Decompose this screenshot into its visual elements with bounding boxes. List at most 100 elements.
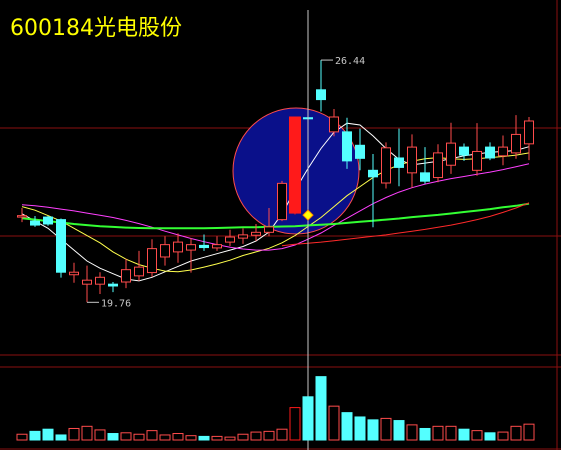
volume-bar [510,425,522,441]
candle-body [420,172,430,182]
candle [69,262,79,283]
volume-bar [406,424,418,441]
candle-body [43,216,53,225]
volume-bar [81,425,93,441]
candle [289,116,301,215]
volume-bar [16,433,28,441]
candle-body [95,276,105,285]
candle-body [30,220,40,226]
volume-bar [367,419,379,441]
volume-bar [120,432,132,441]
candle-body [108,283,118,287]
stock-title: 600184光电股份 [10,16,182,41]
high-price-annotation: 26.44 [321,56,365,67]
candle [433,144,443,183]
volume-bar [224,436,236,441]
candle-body [225,236,235,243]
candle [329,109,339,137]
candle-body [485,146,495,159]
volume-bar [341,412,353,441]
volume-bar [354,416,366,441]
candle [82,265,92,303]
volume-bar [471,430,483,441]
low-price-annotation: 19.76 [87,298,131,309]
candle-body [498,146,508,157]
candle [407,134,417,188]
candle-body [472,150,482,171]
candle-body [342,131,352,162]
candle [173,233,183,263]
candle-body [173,241,183,253]
candle-body [316,89,326,101]
volume-bar [523,423,535,441]
volume-bar [393,420,405,441]
volume-bar [458,428,470,441]
volume-bar [159,434,171,441]
candle-body [17,215,27,218]
volume-bar [133,433,145,441]
volume-bar [211,435,223,441]
volume-bar [302,396,314,441]
candle-body [212,244,222,249]
candle-body [238,234,248,239]
volume-bar [42,428,54,441]
candle [238,228,248,244]
candle-body [394,157,404,168]
candle [186,238,196,273]
candle [368,153,378,228]
candle [225,229,235,247]
candle [472,123,482,176]
volume-bar [380,417,392,441]
candle-body [368,169,378,178]
candle [420,147,430,184]
candle-body [289,116,301,214]
annotation-label: 19.76 [101,298,131,309]
candle [316,60,326,112]
candle [277,180,287,222]
candle [43,216,53,226]
candle [459,143,469,161]
annotation-label: 26.44 [335,56,365,67]
candle-body [277,182,287,221]
volume-bar [289,407,301,441]
candle [381,142,391,189]
volume-bar [185,435,197,441]
candle [485,142,495,161]
candle-body [121,269,131,283]
candle [160,236,170,266]
candle-body [251,231,261,236]
candle-body [459,146,469,156]
candle-body [264,226,274,233]
candle [30,216,40,227]
volume-bar [315,376,327,441]
volume-bar [94,429,106,441]
candle [121,258,131,289]
candle-body [186,244,196,251]
volume-bar [172,433,184,441]
candle-body [433,152,443,179]
volume-bar [328,405,340,441]
volume-bar [107,433,119,441]
volume-bar [263,430,275,441]
candle [147,239,157,277]
candle [394,128,404,187]
volume-bar [237,433,249,441]
candle [108,282,118,293]
candle-body [381,147,391,184]
candle-body [355,144,365,159]
volume-bar [497,431,509,441]
stock-chart-window[interactable]: 26.44 19.76 600184光电股份 [0,0,561,450]
candle [95,272,105,294]
volume-bar [146,430,158,441]
candlestick-chart[interactable]: 26.44 19.76 [0,0,561,450]
volume-bar [68,427,80,441]
candle-body [511,133,521,154]
volume-bar [29,430,41,441]
candle-body [329,116,339,133]
volume-bar [250,431,262,441]
volume-bar [198,435,210,441]
candle-body [134,266,144,277]
candle [498,135,508,166]
candle-body [82,279,92,285]
candle-body [446,142,456,166]
